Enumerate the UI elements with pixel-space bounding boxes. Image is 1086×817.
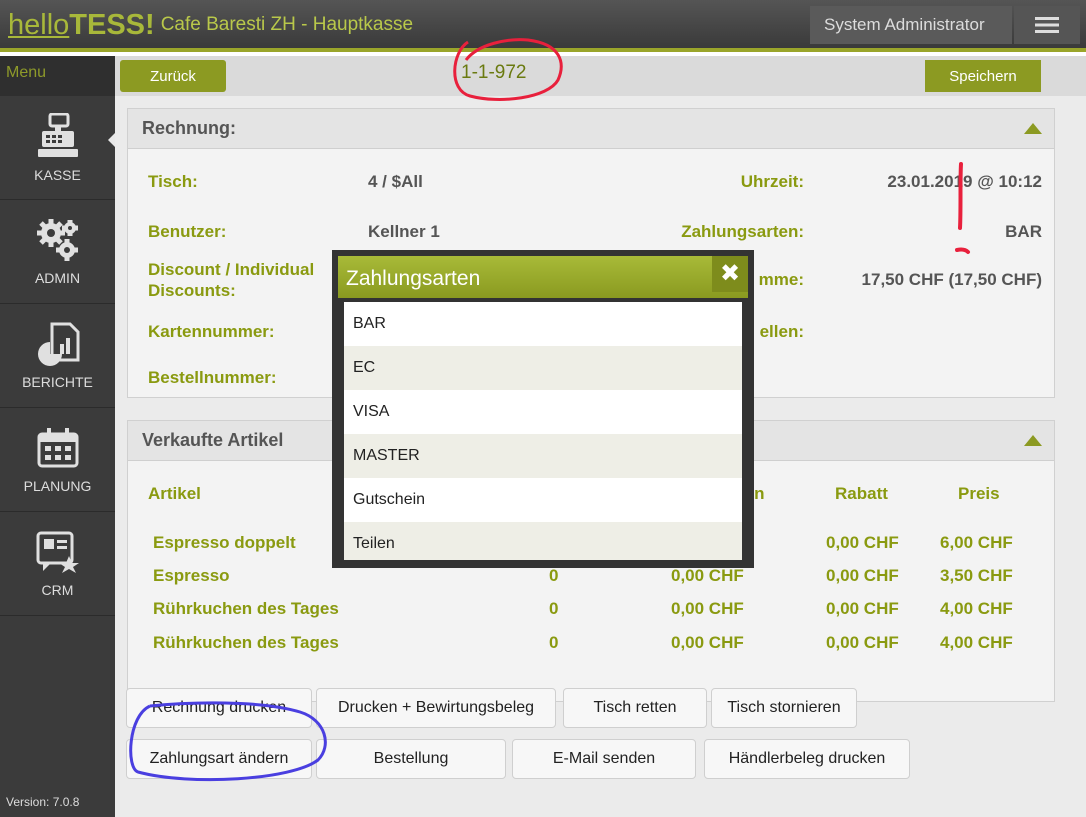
sidebar-item-label: BERICHTE [22, 373, 93, 390]
kartennummer-label: Kartennummer: [148, 322, 275, 341]
col-preis: Preis [958, 484, 1000, 503]
version-label: Version: 7.0.8 [6, 795, 80, 809]
row-name: Espresso doppelt [153, 533, 296, 552]
uhrzeit-value: 23.01.2019 @ 10:12 [887, 172, 1042, 191]
payment-option-ec[interactable]: EC [344, 346, 742, 390]
sidebar-item-berichte[interactable]: BERICHTE [0, 304, 115, 408]
payment-option-visa[interactable]: VISA [344, 390, 742, 434]
sidebar-item-kasse[interactable]: KASSE [0, 96, 116, 200]
send-email-button[interactable]: E-Mail senden [512, 739, 696, 779]
dialog-title: Zahlungsarten [346, 267, 481, 290]
cancel-table-button[interactable]: Tisch stornieren [711, 688, 857, 728]
row-qty: 0 [549, 599, 559, 618]
bestellnummer-label: Bestellnummer: [148, 368, 277, 387]
top-bar: helloTESS! Cafe Baresti ZH - Hauptkasse S… [0, 0, 1086, 52]
change-payment-button[interactable]: Zahlungsart ändern [126, 739, 312, 779]
sidebar-item-planung[interactable]: PLANUNG [0, 408, 115, 512]
print-invoice-button[interactable]: Rechnung drucken [126, 688, 312, 728]
row-preis: 6,00 CHF [940, 533, 1013, 552]
payment-method-dialog: Zahlungsarten ✖ BAR EC VISA MASTER Gutsc… [332, 250, 754, 568]
payment-option-master[interactable]: MASTER [344, 434, 742, 478]
payment-option-bar[interactable]: BAR [344, 302, 742, 346]
col-rabatt: Rabatt [835, 484, 888, 503]
order-button[interactable]: Bestellung [316, 739, 506, 779]
close-icon: ✖ [719, 260, 741, 287]
user-menu[interactable]: System Administrator [810, 6, 1012, 44]
sidebar-item-label: CRM [41, 581, 74, 598]
payment-method-list[interactable]: BAR EC VISA MASTER Gutschein Teilen [344, 302, 742, 560]
row-name: Espresso [153, 566, 230, 585]
save-button[interactable]: Speichern [925, 60, 1041, 92]
row-rabatt: 0,00 CHF [826, 566, 899, 585]
zahlungsarten-label: Zahlungsarten: [681, 222, 804, 241]
row-preis: 4,00 CHF [940, 633, 1013, 652]
sidebar-item-label: ADMIN [34, 269, 81, 286]
row-rabatt: 0,00 CHF [826, 533, 899, 552]
sidebar-item-admin[interactable]: ADMIN [0, 200, 115, 304]
row-preis: 3,50 CHF [940, 566, 1013, 585]
discount-label-line2: Discounts: [148, 281, 236, 300]
sidebar-menu-label: Menu [0, 56, 115, 96]
print-merchant-receipt-button[interactable]: Händlerbeleg drucken [704, 739, 910, 779]
benutzer-label: Benutzer: [148, 222, 227, 241]
app-logo: helloTESS! Cafe Baresti ZH - Hauptkasse [8, 8, 413, 42]
sidebar-item-label: KASSE [34, 166, 81, 183]
collapse-icon [1024, 123, 1042, 134]
invoice-title: Rechnung: [142, 118, 236, 138]
logo-tess: TESS! [69, 9, 155, 41]
tisch-label: Tisch: [148, 172, 198, 191]
col-artikel: Artikel [148, 484, 201, 503]
close-button[interactable]: ✖ [712, 256, 748, 292]
row-discount: 0,00 CHF [671, 633, 744, 652]
collapse-icon [1024, 435, 1042, 446]
print-hospitality-receipt-button[interactable]: Drucken + Bewirtungsbeleg [316, 688, 556, 728]
payment-option-teilen[interactable]: Teilen [344, 522, 742, 560]
row-name: Rührkuchen des Tages [153, 599, 339, 618]
hamburger-button[interactable] [1014, 6, 1080, 44]
row-qty: 0 [549, 633, 559, 652]
cash-register-icon [37, 112, 78, 157]
discount-label-line1: Discount / Individual [148, 260, 315, 279]
sold-items-title: Verkaufte Artikel [142, 430, 284, 450]
invoice-panel-header[interactable]: Rechnung: [128, 109, 1054, 149]
calendar-icon [37, 427, 78, 467]
summe-value: 17,50 CHF (17,50 CHF) [861, 270, 1042, 289]
row-discount: 0,00 CHF [671, 599, 744, 618]
row-rabatt: 0,00 CHF [826, 599, 899, 618]
sidebar-item-crm[interactable]: CRM [0, 512, 115, 616]
dialog-header: Zahlungsarten ✖ [338, 256, 748, 298]
order-number: 1-1-972 [461, 62, 527, 83]
report-chart-icon [37, 322, 79, 366]
crm-card-icon [36, 531, 79, 573]
benutzer-value: Kellner 1 [368, 222, 440, 241]
sidebar: Menu KASSE ADMIN BERICHTE PLANUNG CRM Ve… [0, 56, 116, 817]
tisch-value: 4 / $All [368, 172, 423, 191]
gears-icon [36, 218, 78, 261]
back-button[interactable]: Zurück [120, 60, 226, 92]
bestellen-label: ellen: [759, 322, 804, 341]
sidebar-item-label: PLANUNG [23, 477, 92, 494]
row-discount: 0,00 CHF [671, 566, 744, 585]
payment-option-gutschein[interactable]: Gutschein [344, 478, 742, 522]
row-name: Rührkuchen des Tages [153, 633, 339, 652]
row-preis: 4,00 CHF [940, 599, 1013, 618]
logo-hello: hello [8, 9, 70, 41]
row-rabatt: 0,00 CHF [826, 633, 899, 652]
row-qty: 0 [549, 566, 559, 585]
uhrzeit-label: Uhrzeit: [740, 172, 804, 191]
hamburger-icon [1035, 17, 1059, 33]
save-table-button[interactable]: Tisch retten [563, 688, 707, 728]
zahlungsarten-value: BAR [1005, 222, 1042, 241]
action-bar: Zurück 1-1-972 Speichern [115, 56, 1086, 96]
summe-label: mme: [758, 270, 804, 289]
page-title: Cafe Baresti ZH - Hauptkasse [160, 14, 414, 35]
